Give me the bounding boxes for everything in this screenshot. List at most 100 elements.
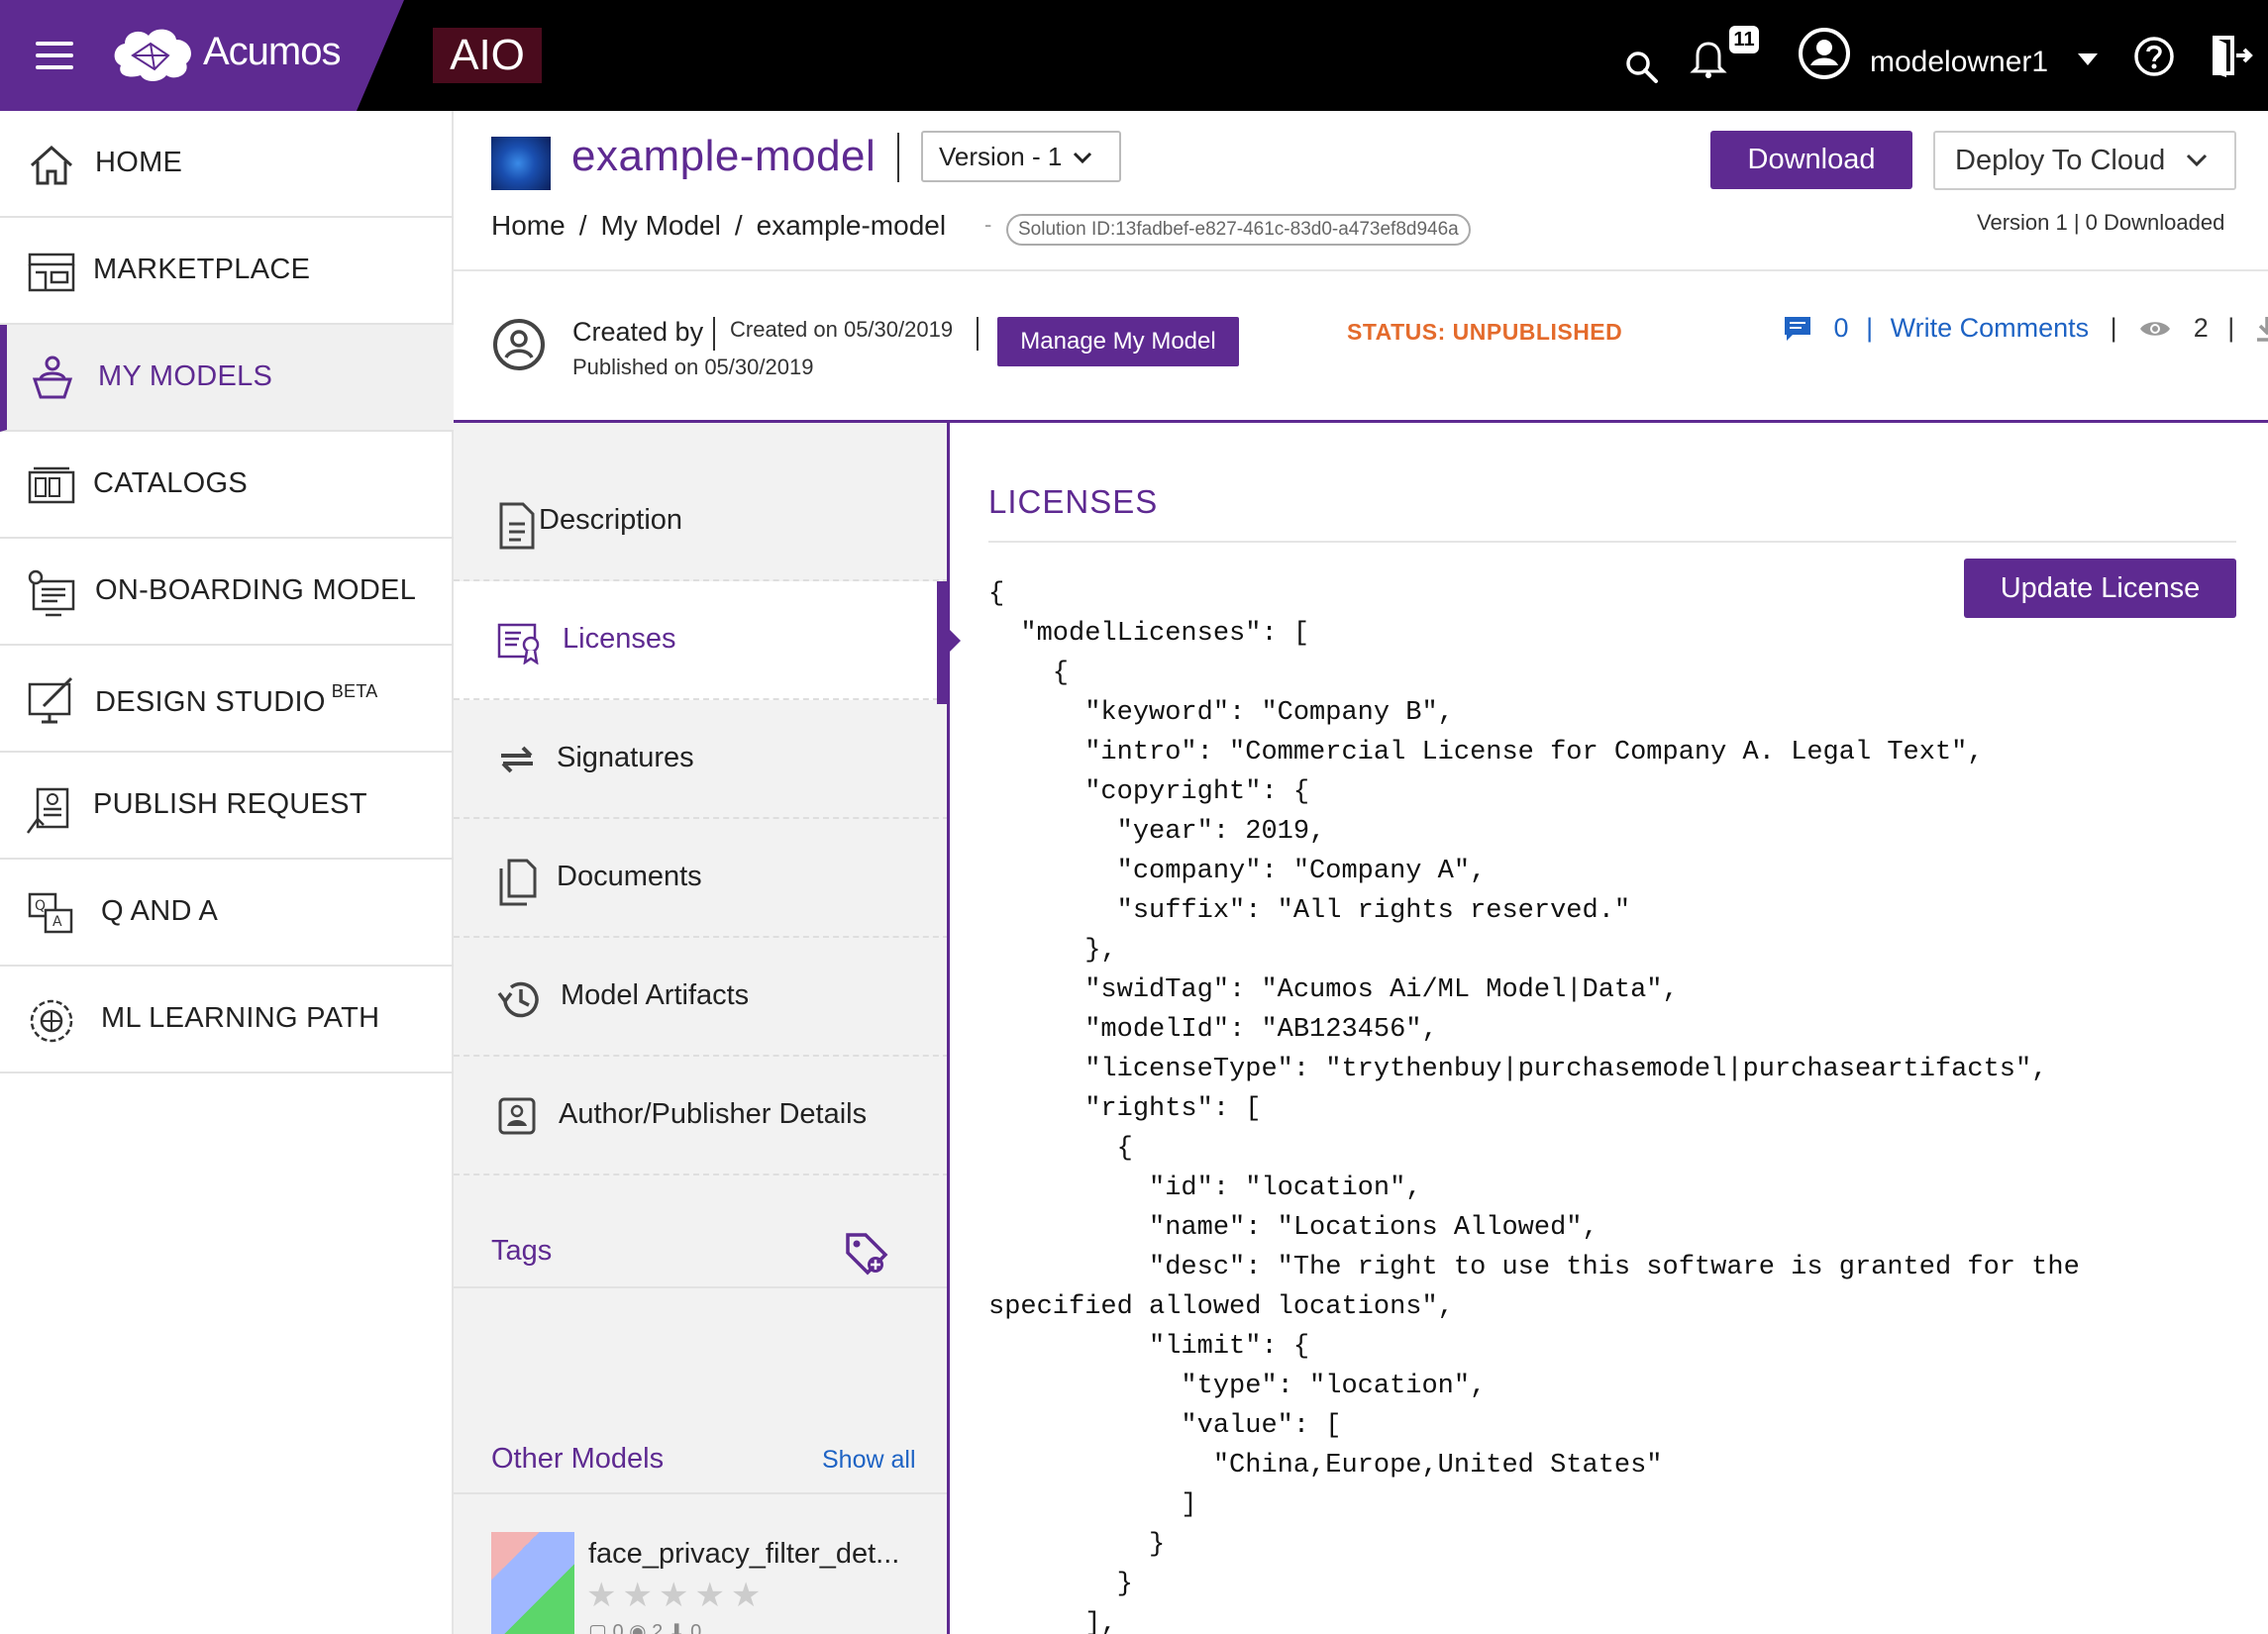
version-select-value: Version - 1 xyxy=(939,142,1063,171)
storefront-icon xyxy=(28,253,75,292)
tag-add-icon[interactable] xyxy=(844,1231,889,1277)
tab-label: Author/Publisher Details xyxy=(559,1098,868,1130)
download-count-icon xyxy=(2256,316,2268,342)
version-download-info: Version 1 | 0 Downloaded xyxy=(1977,210,2225,235)
licenses-heading: LICENSES xyxy=(988,483,1159,520)
download-button[interactable]: Download xyxy=(1710,131,1912,189)
page-title: example-model xyxy=(571,132,876,180)
sidebar-item-ml-learning-path[interactable]: ML LEARNING PATH xyxy=(0,967,454,1073)
tab-label: Documents xyxy=(557,861,702,892)
eye-icon xyxy=(2140,322,2171,336)
breadcrumb-separator: / xyxy=(734,210,743,241)
write-comments-link[interactable]: Write Comments xyxy=(1891,313,2090,344)
sidebar-item-my-models[interactable]: MY MODELS xyxy=(0,325,454,432)
hamburger-menu-icon[interactable] xyxy=(36,42,73,69)
notification-count-badge: 11 xyxy=(1729,26,1759,53)
created-on-date: Created on 05/30/2019 xyxy=(730,317,954,342)
tab-label: Licenses xyxy=(563,623,676,655)
other-models-heading: Other Models xyxy=(491,1443,665,1475)
sidebar-item-label: MARKETPLACE xyxy=(93,254,311,285)
environment-badge: AIO xyxy=(433,28,542,83)
license-json-viewer: { "modelLicenses": [ { "keyword": "Compa… xyxy=(988,579,2080,1634)
other-model-rating: ★★★★★ xyxy=(586,1577,768,1614)
chevron-down-icon xyxy=(1073,152,1092,164)
tab-label: Description xyxy=(539,504,683,536)
tags-divider xyxy=(454,1286,949,1288)
sidebar-item-label: PUBLISH REQUEST xyxy=(93,788,367,820)
other-models-divider xyxy=(454,1492,949,1494)
published-on-date: Published on 05/30/2019 xyxy=(572,355,814,379)
documents-icon xyxy=(499,859,537,906)
deploy-to-cloud-dropdown[interactable]: Deploy To Cloud xyxy=(1933,131,2236,190)
breadcrumb-my-model[interactable]: My Model xyxy=(600,210,720,241)
document-icon xyxy=(499,502,535,550)
tab-author-publisher[interactable]: Author/Publisher Details xyxy=(454,1057,949,1175)
sidebar-item-home[interactable]: HOME xyxy=(0,111,454,218)
tab-signatures[interactable]: Signatures xyxy=(454,700,949,819)
history-icon xyxy=(497,981,539,1018)
sidebar-item-catalogs[interactable]: CATALOGS xyxy=(0,432,454,539)
status-badge: STATUS: UNPUBLISHED xyxy=(1347,319,1623,345)
search-icon[interactable] xyxy=(1624,50,1660,85)
logout-icon[interactable] xyxy=(2211,34,2254,77)
notification-bell-icon[interactable] xyxy=(1690,38,1727,79)
created-by-label: Created by xyxy=(572,317,704,347)
beta-label: BETA xyxy=(331,681,378,701)
tab-label: Signatures xyxy=(557,742,694,773)
content-divider xyxy=(988,541,2236,543)
design-studio-icon xyxy=(28,676,73,724)
details-tab-list: Description Licenses Signatures Document… xyxy=(454,423,961,1634)
user-desk-icon xyxy=(32,356,73,399)
design-studio-text: DESIGN STUDIO xyxy=(95,686,326,718)
views-count: 2 xyxy=(2193,313,2209,344)
tab-description[interactable]: Description xyxy=(454,462,949,581)
manage-my-model-button[interactable]: Manage My Model xyxy=(997,317,1239,366)
model-stats: 0 | Write Comments | 2 | 0 xyxy=(1783,312,2268,344)
license-certificate-icon xyxy=(497,623,540,664)
publish-request-icon xyxy=(26,787,69,834)
other-model-thumbnail[interactable] xyxy=(491,1532,574,1634)
sidebar-item-label: Q AND A xyxy=(101,895,219,927)
sidebar-item-label: DESIGN STUDIO BETA xyxy=(95,681,378,719)
deploy-label: Deploy To Cloud xyxy=(1955,145,2166,176)
stats-separator: | xyxy=(1866,313,1874,344)
sidebar-item-onboarding-model[interactable]: ON-BOARDING MODEL xyxy=(0,539,454,646)
sidebar-item-design-studio[interactable]: DESIGN STUDIO BETA xyxy=(0,646,454,753)
sidebar: HOME MARKETPLACE MY MODELS CATALOGS ON-B… xyxy=(0,111,454,1634)
sidebar-item-label: ML LEARNING PATH xyxy=(101,1002,380,1034)
svg-text:A: A xyxy=(52,914,62,930)
chevron-down-icon xyxy=(2186,153,2208,167)
show-all-link[interactable]: Show all xyxy=(822,1446,916,1475)
svg-text:Q: Q xyxy=(35,898,46,914)
tab-documents[interactable]: Documents xyxy=(454,819,949,938)
other-model-name[interactable]: face_privacy_filter_det... xyxy=(588,1538,899,1571)
sidebar-item-label: CATALOGS xyxy=(93,467,249,499)
help-icon[interactable] xyxy=(2133,36,2175,77)
username[interactable]: modelowner1 xyxy=(1870,46,2048,79)
tags-heading: Tags xyxy=(491,1235,553,1267)
version-select[interactable]: Version - 1 xyxy=(921,131,1121,182)
onboarding-icon xyxy=(28,569,75,617)
acumos-brain-logo-icon xyxy=(114,29,191,81)
title-divider xyxy=(897,133,899,182)
breadcrumb-home[interactable]: Home xyxy=(491,210,566,241)
header-divider xyxy=(454,269,2268,271)
sidebar-item-publish-request[interactable]: PUBLISH REQUEST xyxy=(0,753,454,860)
stats-separator: | xyxy=(2227,313,2235,344)
meta-separator xyxy=(977,317,979,351)
tabs-content-divider xyxy=(947,423,950,1634)
sidebar-item-label: ON-BOARDING MODEL xyxy=(95,574,417,606)
solution-id-badge: Solution ID:13fadbef-e827-461c-83d0-a473… xyxy=(1006,214,1471,246)
author-card-icon xyxy=(498,1097,536,1135)
sidebar-item-marketplace[interactable]: MARKETPLACE xyxy=(0,218,454,325)
user-menu-caret-icon[interactable] xyxy=(2078,53,2098,65)
sidebar-item-q-and-a[interactable]: Q A Q AND A xyxy=(0,860,454,967)
breadcrumb: Home / My Model / example-model xyxy=(491,210,946,242)
user-avatar-icon[interactable] xyxy=(1797,26,1852,81)
brand-name: Acumos xyxy=(203,30,341,73)
tab-licenses[interactable]: Licenses xyxy=(454,581,949,700)
tab-model-artifacts[interactable]: Model Artifacts xyxy=(454,938,949,1057)
comments-count: 0 xyxy=(1833,313,1849,344)
meta-separator xyxy=(713,317,715,351)
solution-id-dash: - xyxy=(984,212,992,237)
